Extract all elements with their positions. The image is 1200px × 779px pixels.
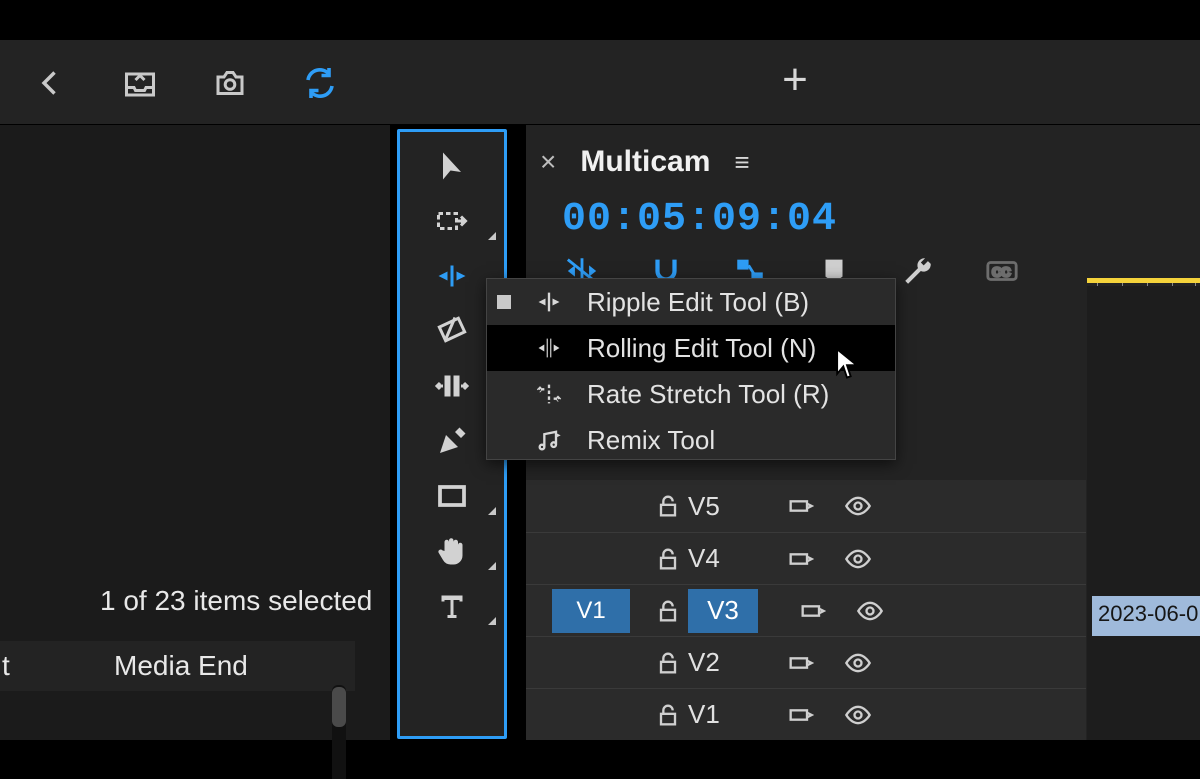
- tool-flyout-menu: Ripple Edit Tool (B) Rolling Edit Tool (…: [486, 278, 896, 460]
- track-header-area: V5 V4 V1 V3 V2 V1: [526, 480, 1086, 740]
- sync-icon[interactable]: [300, 63, 340, 103]
- project-scrollbar-thumb[interactable]: [332, 687, 346, 727]
- eye-icon[interactable]: [838, 701, 878, 729]
- track-name[interactable]: V4: [688, 543, 758, 574]
- svg-text:CC: CC: [992, 265, 1010, 280]
- track-row: V5: [526, 480, 1086, 532]
- flyout-ripple-edit[interactable]: Ripple Edit Tool (B): [487, 279, 895, 325]
- column-header-row: t Media End: [0, 641, 355, 691]
- sync-lock-icon[interactable]: [780, 545, 820, 573]
- lock-icon[interactable]: [648, 597, 688, 625]
- flyout-rate-stretch[interactable]: Rate Stretch Tool (R): [487, 371, 895, 417]
- remix-icon: [529, 425, 569, 455]
- source-patch-empty[interactable]: [552, 693, 630, 737]
- source-patch-empty[interactable]: [552, 484, 630, 528]
- track-select-tool[interactable]: [400, 193, 504, 248]
- eye-icon[interactable]: [838, 492, 878, 520]
- sequence-name[interactable]: Multicam: [580, 145, 710, 179]
- track-row: V2: [526, 636, 1086, 688]
- flyout-item-label: Rolling Edit Tool (N): [587, 333, 816, 364]
- track-name[interactable]: V2: [688, 647, 758, 678]
- eye-icon[interactable]: [838, 545, 878, 573]
- track-name[interactable]: V1: [688, 699, 758, 730]
- flyout-item-label: Remix Tool: [587, 425, 715, 456]
- project-panel: 1 of 23 items selected t Media End: [0, 125, 390, 740]
- track-row: V1 V3: [526, 584, 1086, 636]
- flyout-item-label: Ripple Edit Tool (B): [587, 287, 809, 318]
- playhead-indicator[interactable]: [1087, 278, 1200, 283]
- top-letterbox: [0, 0, 1200, 40]
- selection-tool[interactable]: [400, 138, 504, 193]
- rolling-edit-icon: [529, 333, 569, 363]
- track-row: V1: [526, 688, 1086, 740]
- project-top-panel: +: [0, 40, 875, 125]
- sync-lock-icon[interactable]: [780, 649, 820, 677]
- flyout-remix[interactable]: Remix Tool: [487, 417, 895, 463]
- bottom-letterbox: [0, 739, 1200, 779]
- source-patch[interactable]: V1: [552, 589, 630, 633]
- add-icon[interactable]: +: [775, 60, 815, 100]
- panel-menu-icon[interactable]: ≡: [734, 147, 749, 178]
- inbox-icon[interactable]: [120, 63, 160, 103]
- sync-lock-icon[interactable]: [780, 492, 820, 520]
- timecode-display[interactable]: 00:05:09:04: [562, 197, 837, 242]
- chevron-left-icon[interactable]: [30, 63, 70, 103]
- eye-icon[interactable]: [838, 649, 878, 677]
- eye-icon[interactable]: [850, 597, 890, 625]
- col-media-start[interactable]: t: [0, 650, 100, 682]
- time-ruler[interactable]: [1087, 266, 1200, 286]
- source-patch-empty[interactable]: [552, 537, 630, 581]
- hand-tool[interactable]: [400, 523, 504, 578]
- lock-icon[interactable]: [648, 545, 688, 573]
- type-tool[interactable]: [400, 578, 504, 633]
- col-media-end[interactable]: Media End: [100, 650, 248, 682]
- selection-count: 1 of 23 items selected: [100, 585, 372, 617]
- current-tool-marker: [497, 295, 511, 309]
- sync-lock-icon[interactable]: [780, 701, 820, 729]
- rectangle-tool[interactable]: [400, 468, 504, 523]
- lock-icon[interactable]: [648, 492, 688, 520]
- track-name[interactable]: V5: [688, 491, 758, 522]
- camera-icon[interactable]: [210, 63, 250, 103]
- track-target[interactable]: V3: [688, 589, 758, 633]
- flyout-rolling-edit[interactable]: Rolling Edit Tool (N): [487, 325, 895, 371]
- sync-lock-icon[interactable]: [792, 597, 832, 625]
- ripple-edit-icon: [529, 287, 569, 317]
- video-clip[interactable]: 2023-06-0: [1092, 596, 1200, 636]
- lock-icon[interactable]: [648, 649, 688, 677]
- flyout-item-label: Rate Stretch Tool (R): [587, 379, 829, 410]
- source-top-panel: [875, 40, 1200, 125]
- lock-icon[interactable]: [648, 701, 688, 729]
- track-row: V4: [526, 532, 1086, 584]
- captions-icon[interactable]: CC: [982, 253, 1022, 289]
- source-patch-empty[interactable]: [552, 641, 630, 685]
- rate-stretch-icon: [529, 379, 569, 409]
- timeline-clip-area[interactable]: [1087, 266, 1200, 740]
- close-sequence-icon[interactable]: ×: [540, 146, 556, 178]
- wrench-icon[interactable]: [898, 253, 938, 289]
